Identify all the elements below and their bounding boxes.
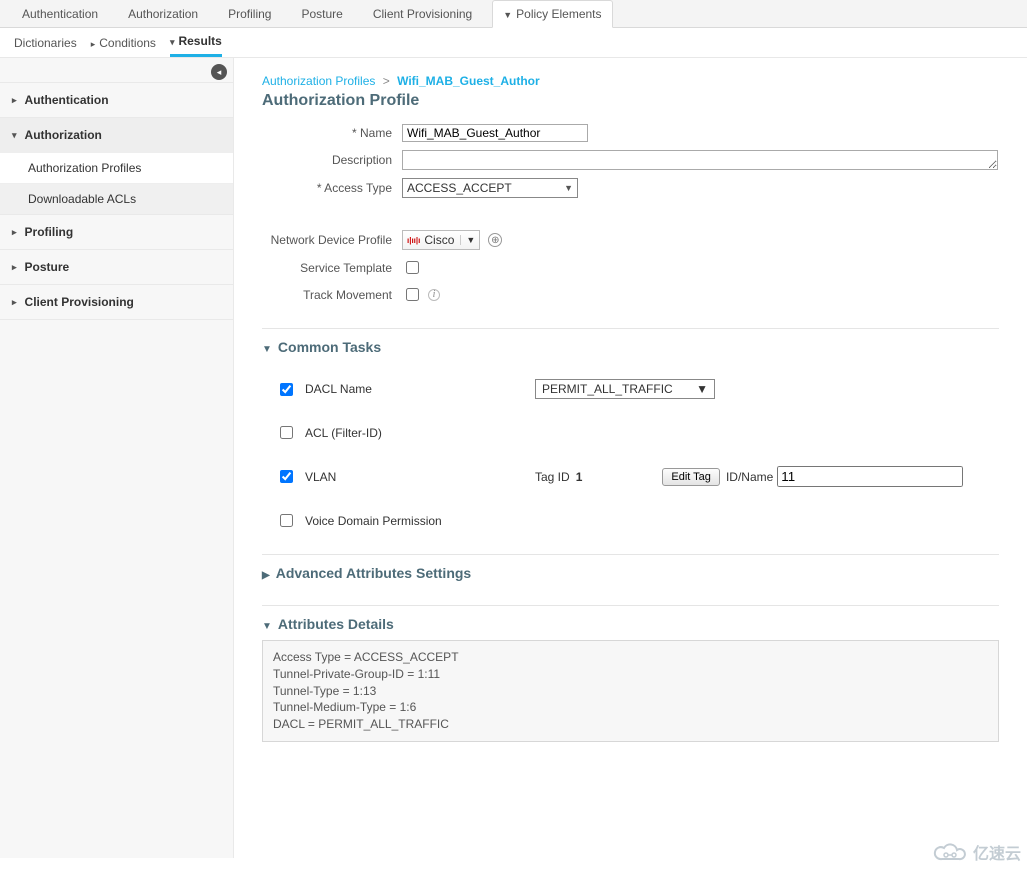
sidebar: ◂ ▸Authentication ▾Authorization Authori… <box>0 58 234 858</box>
access-type-select[interactable]: ACCESS_ACCEPT ▼ <box>402 178 578 198</box>
network-device-profile-label: Network Device Profile <box>262 233 402 247</box>
tab-client-provisioning[interactable]: Client Provisioning <box>363 1 482 27</box>
section-attributes-details-header[interactable]: ▼Attributes Details <box>262 616 999 632</box>
service-template-label: Service Template <box>262 261 402 275</box>
tab-profiling[interactable]: Profiling <box>218 1 281 27</box>
tag-id-value: 1 <box>576 470 583 484</box>
attributes-details-box: Access Type = ACCESS_ACCEPT Tunnel-Priva… <box>262 640 999 742</box>
tab-label: Policy Elements <box>516 7 601 21</box>
vlan-checkbox[interactable] <box>280 470 293 483</box>
watermark-text: 亿速云 <box>973 840 1021 864</box>
subtab-conditions[interactable]: ▸Conditions <box>91 36 156 56</box>
chevron-down-icon: ▾ <box>12 130 17 141</box>
name-input[interactable] <box>402 124 588 142</box>
add-network-device-button[interactable]: ⊕ <box>488 233 502 247</box>
acl-label: ACL (Filter-ID) <box>305 426 495 440</box>
caret-down-icon: ▾ <box>170 37 175 47</box>
chevron-right-icon: ▸ <box>12 262 17 273</box>
task-voice-row: Voice Domain Permission <box>276 511 999 530</box>
voice-label: Voice Domain Permission <box>305 514 495 528</box>
dacl-value: PERMIT_ALL_TRAFFIC <box>542 382 673 396</box>
cisco-logo-icon: ı|ıı|ı <box>407 236 420 245</box>
attrib-line: Access Type = ACCESS_ACCEPT <box>273 649 988 666</box>
attrib-line: Tunnel-Medium-Type = 1:6 <box>273 699 988 716</box>
section-common-tasks-header[interactable]: ▼Common Tasks <box>262 339 999 355</box>
task-vlan-row: VLAN Tag ID 1 Edit Tag ID/Name <box>276 466 999 487</box>
idname-input[interactable] <box>777 466 963 487</box>
voice-checkbox[interactable] <box>280 514 293 527</box>
sidebar-sub-authorization-profiles[interactable]: Authorization Profiles <box>0 152 233 183</box>
service-template-checkbox[interactable] <box>406 261 419 274</box>
caret-down-icon: ▼ <box>503 10 512 20</box>
dropdown-arrow-icon: ▼ <box>564 183 573 193</box>
dropdown-arrow-icon: ▼ <box>460 235 475 245</box>
sidebar-item-authorization[interactable]: ▾Authorization <box>0 117 233 152</box>
breadcrumb: Authorization Profiles > Wifi_MAB_Guest_… <box>262 74 999 88</box>
info-icon[interactable]: i <box>428 289 440 301</box>
name-label: * Name <box>262 126 402 140</box>
dropdown-arrow-icon: ▼ <box>696 382 708 396</box>
dacl-checkbox[interactable] <box>280 383 293 396</box>
triangle-right-icon: ▶ <box>262 570 270 581</box>
subtab-dictionaries[interactable]: Dictionaries <box>14 36 77 56</box>
chevron-right-icon: ▸ <box>12 297 17 308</box>
dacl-select[interactable]: PERMIT_ALL_TRAFFIC ▼ <box>535 379 715 399</box>
content-area: Authorization Profiles > Wifi_MAB_Guest_… <box>234 58 1027 858</box>
dacl-label: DACL Name <box>305 382 495 396</box>
network-device-profile-select[interactable]: ı|ıı|ı Cisco ▼ <box>402 230 480 250</box>
task-dacl-row: DACL Name PERMIT_ALL_TRAFFIC ▼ <box>276 379 999 399</box>
section-advanced-header[interactable]: ▶Advanced Attributes Settings <box>262 565 999 581</box>
tab-authentication[interactable]: Authentication <box>12 1 108 27</box>
breadcrumb-separator: > <box>383 74 390 88</box>
task-acl-row: ACL (Filter-ID) <box>276 423 999 442</box>
primary-tab-bar: Authentication Authorization Profiling P… <box>0 0 1027 28</box>
breadcrumb-root-link[interactable]: Authorization Profiles <box>262 74 375 88</box>
cloud-icon <box>933 841 967 863</box>
chevron-right-icon: ▸ <box>12 95 17 106</box>
subtab-results[interactable]: ▾Results <box>170 34 222 57</box>
description-label: Description <box>262 153 402 167</box>
vlan-label: VLAN <box>305 470 495 484</box>
tab-policy-elements[interactable]: ▼ Policy Elements <box>492 0 612 28</box>
track-movement-checkbox[interactable] <box>406 288 419 301</box>
chevron-right-icon: ▸ <box>12 227 17 238</box>
sidebar-item-client-provisioning[interactable]: ▸Client Provisioning <box>0 284 233 320</box>
idname-label: ID/Name <box>726 470 773 484</box>
secondary-tab-bar: Dictionaries ▸Conditions ▾Results <box>0 28 1027 58</box>
attrib-line: DACL = PERMIT_ALL_TRAFFIC <box>273 716 988 733</box>
acl-checkbox[interactable] <box>280 426 293 439</box>
sidebar-item-authentication[interactable]: ▸Authentication <box>0 82 233 117</box>
sidebar-sub-downloadable-acls[interactable]: Downloadable ACLs <box>0 183 233 214</box>
collapse-sidebar-button[interactable]: ◂ <box>211 64 227 80</box>
watermark: 亿速云 <box>933 840 1021 864</box>
attrib-line: Tunnel-Private-Group-ID = 1:11 <box>273 666 988 683</box>
access-type-value: ACCESS_ACCEPT <box>407 181 512 195</box>
triangle-down-icon: ▼ <box>262 621 272 632</box>
sidebar-item-profiling[interactable]: ▸Profiling <box>0 214 233 249</box>
tab-authorization[interactable]: Authorization <box>118 1 208 27</box>
tab-posture[interactable]: Posture <box>291 1 352 27</box>
breadcrumb-current: Wifi_MAB_Guest_Author <box>397 74 540 88</box>
track-movement-label: Track Movement <box>262 288 402 302</box>
access-type-label: * Access Type <box>262 181 402 195</box>
edit-tag-button[interactable]: Edit Tag <box>662 468 720 486</box>
tag-id-label: Tag ID <box>535 470 570 484</box>
caret-right-icon: ▸ <box>91 39 96 49</box>
sidebar-item-posture[interactable]: ▸Posture <box>0 249 233 284</box>
triangle-down-icon: ▼ <box>262 344 272 355</box>
network-device-value: Cisco <box>424 233 454 247</box>
description-input[interactable] <box>402 150 998 170</box>
page-title: Authorization Profile <box>262 92 999 110</box>
attrib-line: Tunnel-Type = 1:13 <box>273 683 988 700</box>
